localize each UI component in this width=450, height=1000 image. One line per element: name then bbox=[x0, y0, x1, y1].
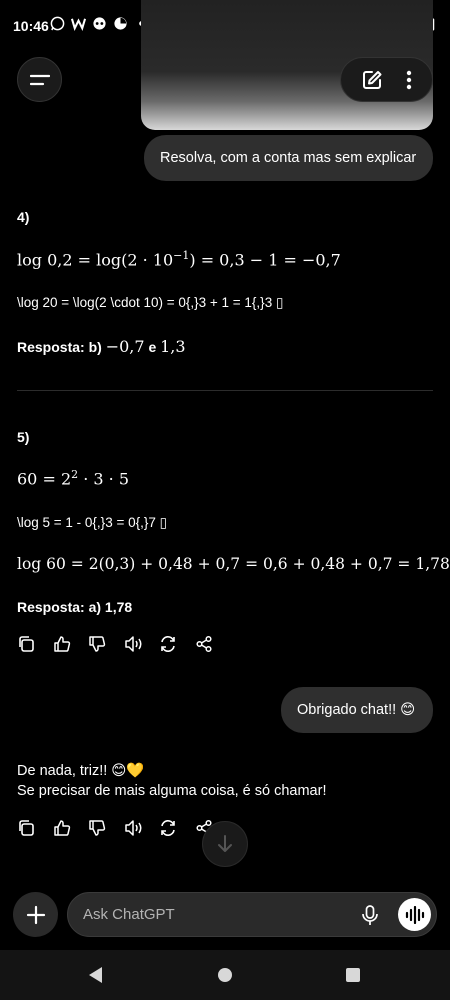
reply-line-2: Se precisar de mais alguma coisa, é só c… bbox=[17, 783, 327, 799]
more-options-button[interactable] bbox=[406, 70, 412, 90]
dictate-button[interactable] bbox=[359, 904, 381, 926]
arrow-down-icon bbox=[218, 835, 232, 852]
read-aloud-icon bbox=[124, 820, 141, 836]
copy-button[interactable] bbox=[17, 634, 53, 654]
q4-answer-and: e bbox=[148, 339, 157, 355]
back-icon[interactable] bbox=[88, 966, 104, 984]
read-aloud-icon bbox=[124, 636, 141, 652]
q4-answer-label: Resposta: b) bbox=[17, 339, 102, 355]
scroll-to-bottom-button[interactable] bbox=[202, 821, 248, 867]
reply-line-1: De nada, triz!! 😊💛 bbox=[17, 763, 145, 779]
message-composer bbox=[67, 892, 437, 937]
thumbs-down-icon bbox=[89, 820, 106, 836]
thumbs-up-icon bbox=[53, 820, 70, 836]
question-4-number: 4) bbox=[17, 209, 30, 225]
game-icon bbox=[93, 17, 106, 30]
pie-app-icon bbox=[114, 17, 127, 30]
message-input[interactable] bbox=[83, 893, 353, 936]
thumbs-up-icon bbox=[53, 636, 70, 652]
q4-math-line-1: log 0,2 = log(2 · 10−1) = 0,3 − 1 = −0,7 bbox=[17, 249, 341, 269]
more-vertical-icon bbox=[407, 70, 412, 89]
q5-math-line-1-end: · 3 · 5 bbox=[78, 469, 129, 489]
home-icon[interactable] bbox=[218, 968, 232, 982]
q4-answer-value-1: −0,7 bbox=[105, 337, 145, 356]
q5-math-line-1: 60 = 22 · 3 · 5 bbox=[17, 468, 129, 488]
system-nav-bar bbox=[0, 950, 450, 1000]
q4-answer-value-2: 1,3 bbox=[160, 337, 186, 356]
like-button[interactable] bbox=[53, 634, 89, 654]
plus-icon bbox=[26, 905, 45, 924]
share-button[interactable] bbox=[195, 634, 231, 654]
new-chat-button[interactable] bbox=[361, 69, 383, 91]
message-actions bbox=[17, 634, 230, 654]
q5-answer: Resposta: a) 1,78 bbox=[17, 599, 133, 615]
edit-icon bbox=[362, 70, 382, 89]
q5-math-line-3: log 60 = 2(0,3) + 0,48 + 0,7 = 0,6 + 0,4… bbox=[17, 555, 450, 573]
read-aloud-button[interactable] bbox=[124, 634, 160, 654]
user-message-bubble[interactable]: Resolva, com a conta mas sem explicar bbox=[144, 135, 433, 181]
w-app-icon bbox=[71, 18, 86, 31]
share-icon bbox=[195, 635, 212, 653]
regenerate-icon bbox=[161, 636, 175, 652]
regenerate-icon bbox=[161, 820, 175, 836]
copy-icon bbox=[19, 636, 34, 652]
q4-answer: Resposta: b) −0,7 e 1,3 bbox=[17, 337, 186, 356]
divider bbox=[17, 390, 433, 391]
like-button[interactable] bbox=[53, 818, 89, 838]
dislike-button[interactable] bbox=[88, 634, 124, 654]
voice-mode-button[interactable] bbox=[398, 898, 431, 931]
q4-math-line-1-exponent: −1 bbox=[173, 249, 190, 262]
user-thanks-bubble[interactable]: Obrigado chat!! 😊 bbox=[281, 687, 433, 733]
copy-button[interactable] bbox=[17, 818, 53, 838]
header-actions bbox=[340, 57, 433, 102]
copy-icon bbox=[19, 820, 34, 836]
message-actions bbox=[17, 818, 230, 838]
regenerate-button[interactable] bbox=[159, 818, 195, 838]
q5-math-line-1-start: 60 = 2 bbox=[17, 469, 72, 489]
menu-button[interactable] bbox=[17, 57, 62, 102]
question-5-number: 5) bbox=[17, 429, 30, 445]
hamburger-icon bbox=[29, 74, 50, 85]
q4-math-line-1-end: ) = 0,3 − 1 = −0,7 bbox=[189, 250, 341, 270]
dislike-button[interactable] bbox=[88, 818, 124, 838]
thumbs-down-icon bbox=[89, 636, 106, 652]
q5-raw-latex-line: \log 5 = 1 - 0{,}3 = 0{,}7 ▯ bbox=[17, 515, 168, 530]
voice-mode-icon bbox=[405, 905, 424, 924]
q4-raw-latex-line: \log 20 = \log(2 \cdot 10) = 0{,}3 + 1 =… bbox=[17, 295, 284, 310]
whatsapp-icon bbox=[50, 16, 65, 31]
regenerate-button[interactable] bbox=[159, 634, 195, 654]
attach-button[interactable] bbox=[13, 892, 58, 937]
mic-icon bbox=[362, 905, 378, 925]
read-aloud-button[interactable] bbox=[124, 818, 160, 838]
status-time: 10:46 bbox=[13, 18, 49, 34]
q4-math-line-1-start: log 0,2 = log(2 · 10 bbox=[17, 250, 174, 270]
recents-icon[interactable] bbox=[346, 968, 360, 982]
